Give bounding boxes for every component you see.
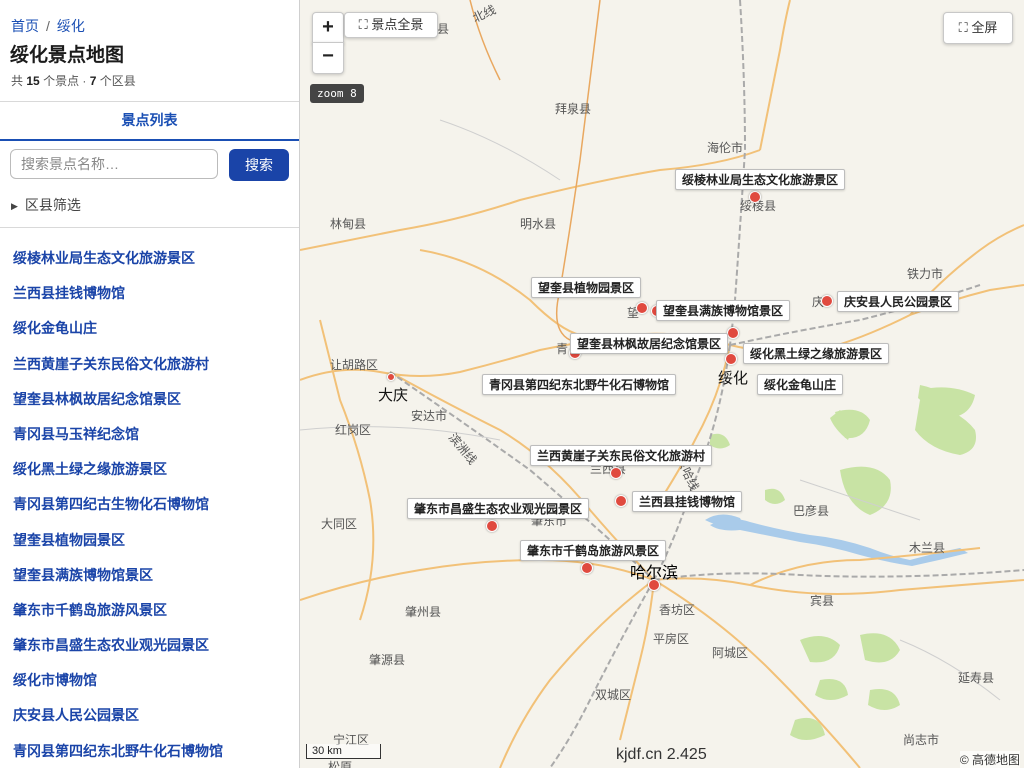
- spot-link[interactable]: 肇东市昌盛生态农业观光园景区: [13, 635, 223, 670]
- spot-label[interactable]: 绥化金龟山庄: [757, 374, 844, 395]
- spot-marker[interactable]: [648, 579, 660, 591]
- breadcrumb: 首页 / 绥化: [11, 16, 85, 36]
- place-label: 木兰县: [909, 541, 946, 555]
- district-unit: 个区县: [99, 74, 136, 88]
- overview-label: 景点全景: [371, 17, 424, 32]
- place-label: 双城区: [595, 688, 632, 702]
- spot-label[interactable]: 望奎县植物园景区: [531, 277, 642, 298]
- spot-link[interactable]: 绥化市博物馆: [13, 670, 223, 705]
- divider: [0, 227, 299, 228]
- place-label: 平房区: [653, 632, 690, 646]
- spot-label[interactable]: 望奎县满族博物馆景区: [656, 300, 791, 321]
- spot-link[interactable]: 青冈县第四纪古生物化石博物馆: [13, 494, 223, 529]
- spot-link[interactable]: 绥棱林业局生态文化旅游景区: [13, 248, 223, 283]
- spot-label[interactable]: 绥化黑土绿之缘旅游景区: [743, 343, 890, 364]
- scale-bar: 30 km: [306, 744, 381, 759]
- breadcrumb-separator: /: [46, 18, 50, 34]
- spot-link[interactable]: 望奎县植物园景区: [13, 530, 223, 565]
- map-canvas[interactable]: 县 北线 拜泉县 海伦市 绥棱县 林甸县 明水县 铁力市 望 庆 青 让胡路区 …: [300, 0, 1024, 768]
- spot-label[interactable]: 望奎县林枫故居纪念馆景区: [570, 333, 729, 354]
- spot-link[interactable]: 绥化黑土绿之缘旅游景区: [13, 459, 223, 494]
- breadcrumb-current-link[interactable]: 绥化: [57, 18, 85, 34]
- search-button[interactable]: 搜索: [229, 149, 289, 181]
- place-label: 林甸县: [330, 217, 367, 231]
- place-label: 阿城区: [712, 646, 749, 660]
- spot-link[interactable]: 望奎县林枫故居纪念馆景区: [13, 389, 223, 424]
- place-label: 县: [437, 22, 450, 36]
- place-label: 松原: [328, 760, 353, 768]
- page-title: 绥化景点地图: [10, 45, 125, 66]
- place-label: 尚志市: [903, 733, 940, 747]
- city-dot: [387, 373, 395, 381]
- place-label: 宾县: [810, 594, 835, 608]
- spot-label[interactable]: 绥棱林业局生态文化旅游景区: [675, 169, 846, 190]
- place-label: 大同区: [321, 517, 358, 531]
- spot-marker[interactable]: [821, 295, 833, 307]
- place-label: 延寿县: [958, 671, 995, 685]
- spot-unit: 个景点 ·: [43, 74, 87, 88]
- spot-marker[interactable]: [636, 302, 648, 314]
- spot-link[interactable]: 绥化金龟山庄: [13, 318, 223, 353]
- fullscreen-icon: ⛶: [958, 20, 968, 35]
- spot-label[interactable]: 青冈县第四纪东北野牛化石博物馆: [482, 374, 677, 395]
- spot-link[interactable]: 青冈县第四纪东北野牛化石博物馆: [13, 741, 223, 768]
- city-label: 大庆: [378, 387, 409, 404]
- spot-link[interactable]: 青冈县马玉祥纪念馆: [13, 424, 223, 459]
- zoom-out-button[interactable]: −: [312, 42, 344, 74]
- spot-label[interactable]: 庆安县人民公园景区: [837, 291, 960, 312]
- city-label: 绥化: [718, 370, 749, 387]
- spot-label[interactable]: 肇东市昌盛生态农业观光园景区: [407, 498, 590, 519]
- spot-link[interactable]: 庆安县人民公园景区: [13, 705, 223, 740]
- spot-list: 绥棱林业局生态文化旅游景区 兰西县挂钱博物馆 绥化金龟山庄 兰西黄崖子关东民俗文…: [13, 248, 223, 768]
- map-copyright: © 高德地图: [959, 751, 1020, 768]
- place-label: 肇州县: [405, 605, 442, 619]
- place-label: 明水县: [520, 217, 557, 231]
- district-filter-label: 区县筛选: [24, 197, 81, 213]
- fullscreen-label: 全屏: [971, 20, 998, 35]
- breadcrumb-home-link[interactable]: 首页: [11, 18, 39, 34]
- spot-marker[interactable]: [615, 495, 627, 507]
- spot-link[interactable]: 兰西县挂钱博物馆: [13, 283, 223, 318]
- place-label: 肇源县: [369, 653, 406, 667]
- sidebar: 首页 / 绥化 绥化景点地图 共 15 个景点 · 7 个区县 景点列表 搜索 ▶ 区…: [0, 0, 300, 768]
- stats-summary: 共 15 个景点 · 7 个区县: [11, 72, 136, 89]
- spot-marker[interactable]: [725, 353, 737, 365]
- spot-label[interactable]: 兰西黄崖子关东民俗文化旅游村: [530, 445, 713, 466]
- stats-prefix: 共: [11, 74, 24, 88]
- tab-spot-list[interactable]: 景点列表: [0, 102, 299, 141]
- spot-label[interactable]: 兰西县挂钱博物馆: [632, 491, 743, 512]
- zoom-level-badge: zoom 8: [310, 84, 364, 103]
- triangle-right-icon: ▶: [11, 201, 18, 211]
- spot-count: 15: [26, 74, 40, 88]
- spot-label[interactable]: 肇东市千鹤岛旅游风景区: [520, 540, 667, 561]
- place-label: 拜泉县: [555, 102, 592, 116]
- place-label: 香坊区: [659, 603, 696, 617]
- spot-link[interactable]: 兰西黄崖子关东民俗文化旅游村: [13, 354, 223, 389]
- spot-marker[interactable]: [610, 467, 622, 479]
- search-input[interactable]: [10, 149, 218, 179]
- spot-marker[interactable]: [749, 191, 761, 203]
- spot-marker[interactable]: [727, 327, 739, 339]
- place-label: 铁力市: [907, 267, 944, 281]
- overview-button[interactable]: ⛶ 景点全景: [344, 12, 438, 38]
- district-count: 7: [89, 74, 97, 88]
- spot-marker[interactable]: [486, 520, 498, 532]
- spot-marker[interactable]: [581, 562, 593, 574]
- watermark: kjdf.cn 2.425: [616, 746, 707, 763]
- place-label: 海伦市: [707, 141, 744, 155]
- fullscreen-button[interactable]: ⛶ 全屏: [943, 12, 1013, 44]
- place-label: 红岗区: [335, 423, 372, 437]
- place-label: 巴彦县: [793, 504, 830, 518]
- place-label: 安达市: [411, 409, 448, 423]
- district-filter-toggle[interactable]: ▶ 区县筛选: [11, 195, 81, 215]
- spot-link[interactable]: 肇东市千鹤岛旅游风景区: [13, 600, 223, 635]
- place-label: 让胡路区: [330, 358, 379, 372]
- expand-icon: ⛶: [358, 17, 368, 32]
- spot-link[interactable]: 望奎县满族博物馆景区: [13, 565, 223, 600]
- place-label: 青: [556, 342, 569, 356]
- zoom-in-button[interactable]: +: [312, 12, 344, 44]
